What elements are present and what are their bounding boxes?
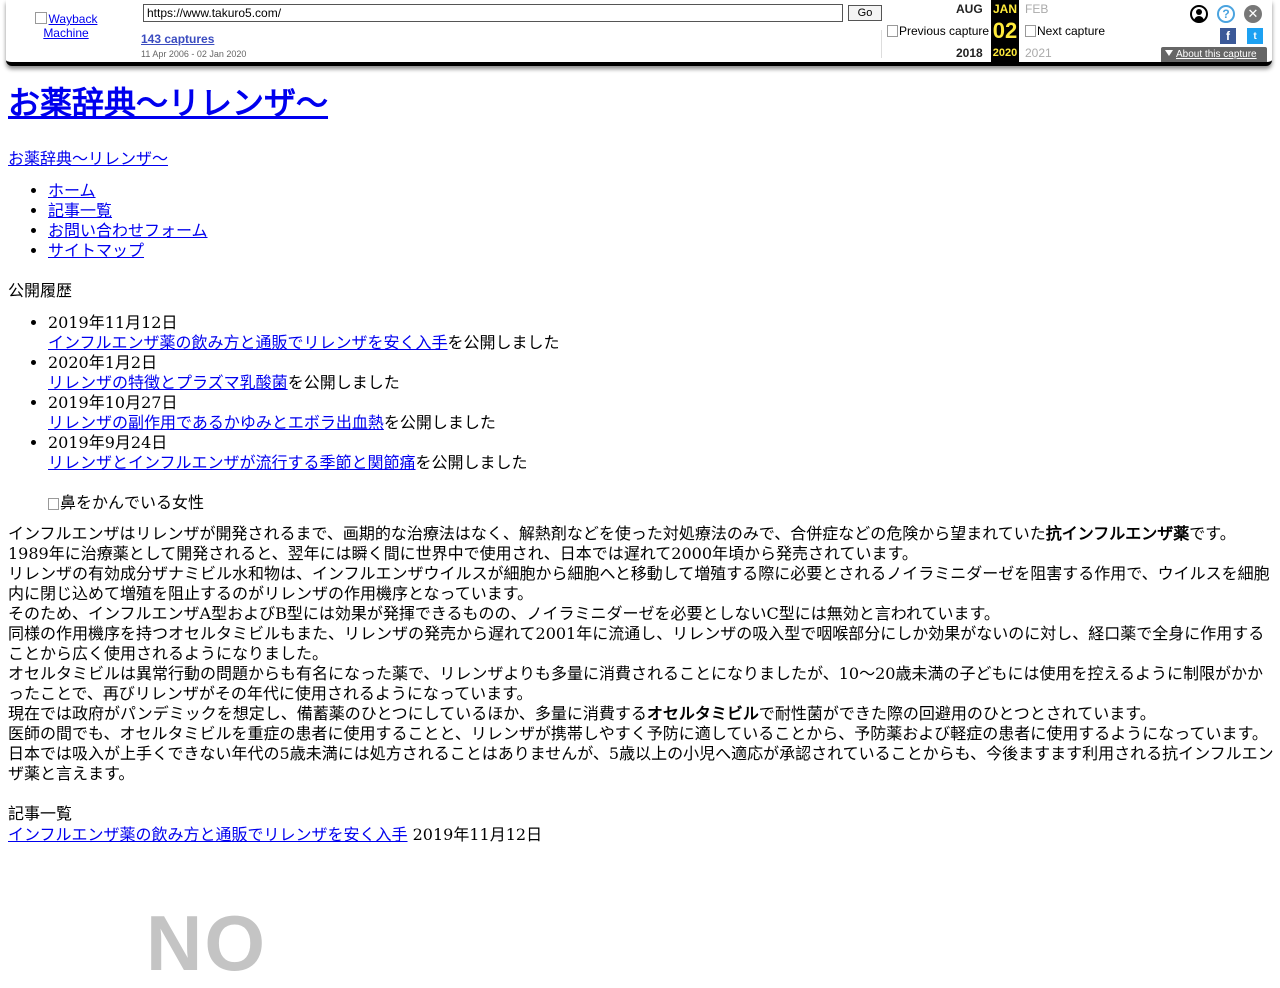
nav-item: サイトマップ <box>48 241 208 261</box>
about-capture-button[interactable]: About this capture <box>1161 47 1267 62</box>
text: インフルエンザはリレンザが開発されるまで、画期的な治療法はなく、解熱剤などを使っ… <box>8 524 1046 543</box>
nav-link-sitemap[interactable]: サイトマップ <box>48 241 144 260</box>
article-paragraph: 現在では政府がパンデミックを想定し、備蓄薬のひとつにしているほか、多量に消費する… <box>8 704 1274 724</box>
next-capture-label: Next capture <box>1037 24 1106 38</box>
no-image-placeholder: NO <box>146 899 267 987</box>
url-input[interactable]: https://www.takuro5.com/ <box>143 4 843 22</box>
next-capture-link[interactable]: Next capture <box>1025 24 1125 38</box>
history-item: 2019年11月12日 インフルエンザ薬の飲み方と通販でリレンザを安く入手を公開… <box>48 313 560 353</box>
history-date: 2019年10月27日 <box>48 393 178 412</box>
year-next: 2021 <box>1025 46 1052 60</box>
article-paragraph: そのため、インフルエンザA型およびB型には効果が発揮できるものの、ノイラミニダー… <box>8 604 1000 623</box>
article-body: インフルエンザはリレンザが開発されるまで、画期的な治療法はなく、解熱剤などを使っ… <box>8 524 1274 784</box>
broken-image-icon <box>48 498 59 510</box>
article-list-date: 2019年11月12日 <box>412 825 543 844</box>
history-link[interactable]: インフルエンザ薬の飲み方と通販でリレンザを安く入手 <box>48 333 448 352</box>
facebook-icon[interactable]: f <box>1220 28 1236 44</box>
main-nav: ホーム 記事一覧 お問い合わせフォーム サイトマップ <box>8 181 208 261</box>
site-subtitle-link[interactable]: お薬辞典～リレンザ～ <box>8 145 168 169</box>
capture-range: 11 Apr 2006 - 02 Jan 2020 <box>141 49 247 59</box>
site-title: お薬辞典～リレンザ～ <box>8 84 328 122</box>
history-date: 2019年11月12日 <box>48 313 178 332</box>
bold-text: 抗インフルエンザ薬 <box>1045 524 1190 543</box>
history-item: 2020年1月2日 リレンザの特徴とプラズマ乳酸菌を公開しました <box>48 353 560 393</box>
month-next: FEB <box>1025 2 1049 16</box>
previous-capture-link[interactable]: Previous capture <box>887 24 991 38</box>
text: です。 <box>1189 524 1236 543</box>
about-capture-label: About this capture <box>1176 49 1257 60</box>
previous-capture-label: Previous capture <box>899 24 990 38</box>
year-current: 2020 <box>991 44 1019 62</box>
month-prev[interactable]: AUG <box>956 2 983 16</box>
broken-image-icon <box>34 12 47 24</box>
history-list: 2019年11月12日 インフルエンザ薬の飲み方と通販でリレンザを安く入手を公開… <box>8 313 560 473</box>
site-title-link[interactable]: お薬辞典～リレンザ～ <box>8 84 328 122</box>
toolbar-divider <box>881 30 882 58</box>
wayback-logo-alt: Wayback Machine <box>43 12 98 40</box>
article-paragraph: リレンザの有効成分ザナミビル水和物は、インフルエンザウイルスが細胞から細胞へと移… <box>8 564 1270 603</box>
article-paragraph: インフルエンザはリレンザが開発されるまで、画期的な治療法はなく、解熱剤などを使っ… <box>8 524 1274 544</box>
year-prev[interactable]: 2018 <box>956 46 983 60</box>
history-suffix: を公開しました <box>383 413 496 432</box>
history-suffix: を公開しました <box>447 333 560 352</box>
twitter-icon[interactable]: t <box>1247 28 1263 44</box>
history-item: 2019年10月27日 リレンザの副作用であるかゆみとエボラ出血熱を公開しました <box>48 393 560 433</box>
history-link[interactable]: リレンザの副作用であるかゆみとエボラ出血熱 <box>48 413 384 432</box>
history-heading: 公開履歴 <box>8 281 73 300</box>
article-image: 鼻をかんでいる女性 <box>48 489 204 513</box>
captures-link[interactable]: 143 captures <box>141 32 214 46</box>
text: 現在では政府がパンデミックを想定し、備蓄薬のひとつにしているほか、多量に消費する <box>8 704 647 723</box>
history-link[interactable]: リレンザとインフルエンザが流行する季節と関節痛 <box>48 453 416 472</box>
close-icon[interactable]: ✕ <box>1244 5 1262 23</box>
article-paragraph: 1989年に治療薬として開発されると、翌年には瞬く間に世界中で使用され、日本では… <box>8 544 918 563</box>
help-icon[interactable]: ? <box>1217 5 1235 23</box>
user-icon[interactable] <box>1190 5 1208 23</box>
history-date: 2019年9月24日 <box>48 433 168 452</box>
history-link[interactable]: リレンザの特徴とプラズマ乳酸菌 <box>48 373 288 392</box>
text: で耐性菌ができた際の回避用のひとつとされています。 <box>758 704 1156 723</box>
triangle-down-icon <box>1165 50 1173 56</box>
article-paragraph: オセルタミビルは異常行動の問題からも有名になった薬で、リレンザよりも多量に消費さ… <box>8 664 1263 703</box>
nav-item: 記事一覧 <box>48 201 208 221</box>
day-current: 02 <box>991 18 1019 44</box>
article-list-item: インフルエンザ薬の飲み方と通販でリレンザを安く入手 2019年11月12日 <box>8 821 542 845</box>
go-button[interactable]: Go <box>848 5 882 21</box>
nav-link-contact[interactable]: お問い合わせフォーム <box>48 221 208 240</box>
article-paragraph: 医師の間でも、オセルタミビルを重症の患者に使用することと、リレンザが携帯しやすく… <box>8 724 1268 743</box>
history-suffix: を公開しました <box>415 453 528 472</box>
history-suffix: を公開しました <box>287 373 400 392</box>
history-item: 2019年9月24日 リレンザとインフルエンザが流行する季節と関節痛を公開しまし… <box>48 433 560 473</box>
article-image-alt: 鼻をかんでいる女性 <box>60 493 205 512</box>
broken-image-icon <box>887 25 898 37</box>
article-paragraph: 同様の作用機序を持つオセルタミビルもまた、リレンザの発売から遅れて2001年に流… <box>8 624 1265 663</box>
month-current: JAN <box>991 0 1019 18</box>
nav-item: ホーム <box>48 181 208 201</box>
history-date: 2020年1月2日 <box>48 353 158 372</box>
wayback-toolbar: Wayback Machine https://www.takuro5.com/… <box>6 0 1272 66</box>
article-paragraph: 日本では吸入が上手くできない年代の5歳未満には処方されることはありませんが、5歳… <box>8 744 1274 783</box>
bold-text: オセルタミビル <box>646 704 759 723</box>
nav-link-articles[interactable]: 記事一覧 <box>48 201 112 220</box>
broken-image-icon <box>1025 25 1036 37</box>
wayback-logo-link[interactable]: Wayback Machine <box>20 12 112 40</box>
nav-item: お問い合わせフォーム <box>48 221 208 241</box>
article-list-link[interactable]: インフルエンザ薬の飲み方と通販でリレンザを安く入手 <box>8 825 408 844</box>
nav-link-home[interactable]: ホーム <box>48 181 96 200</box>
